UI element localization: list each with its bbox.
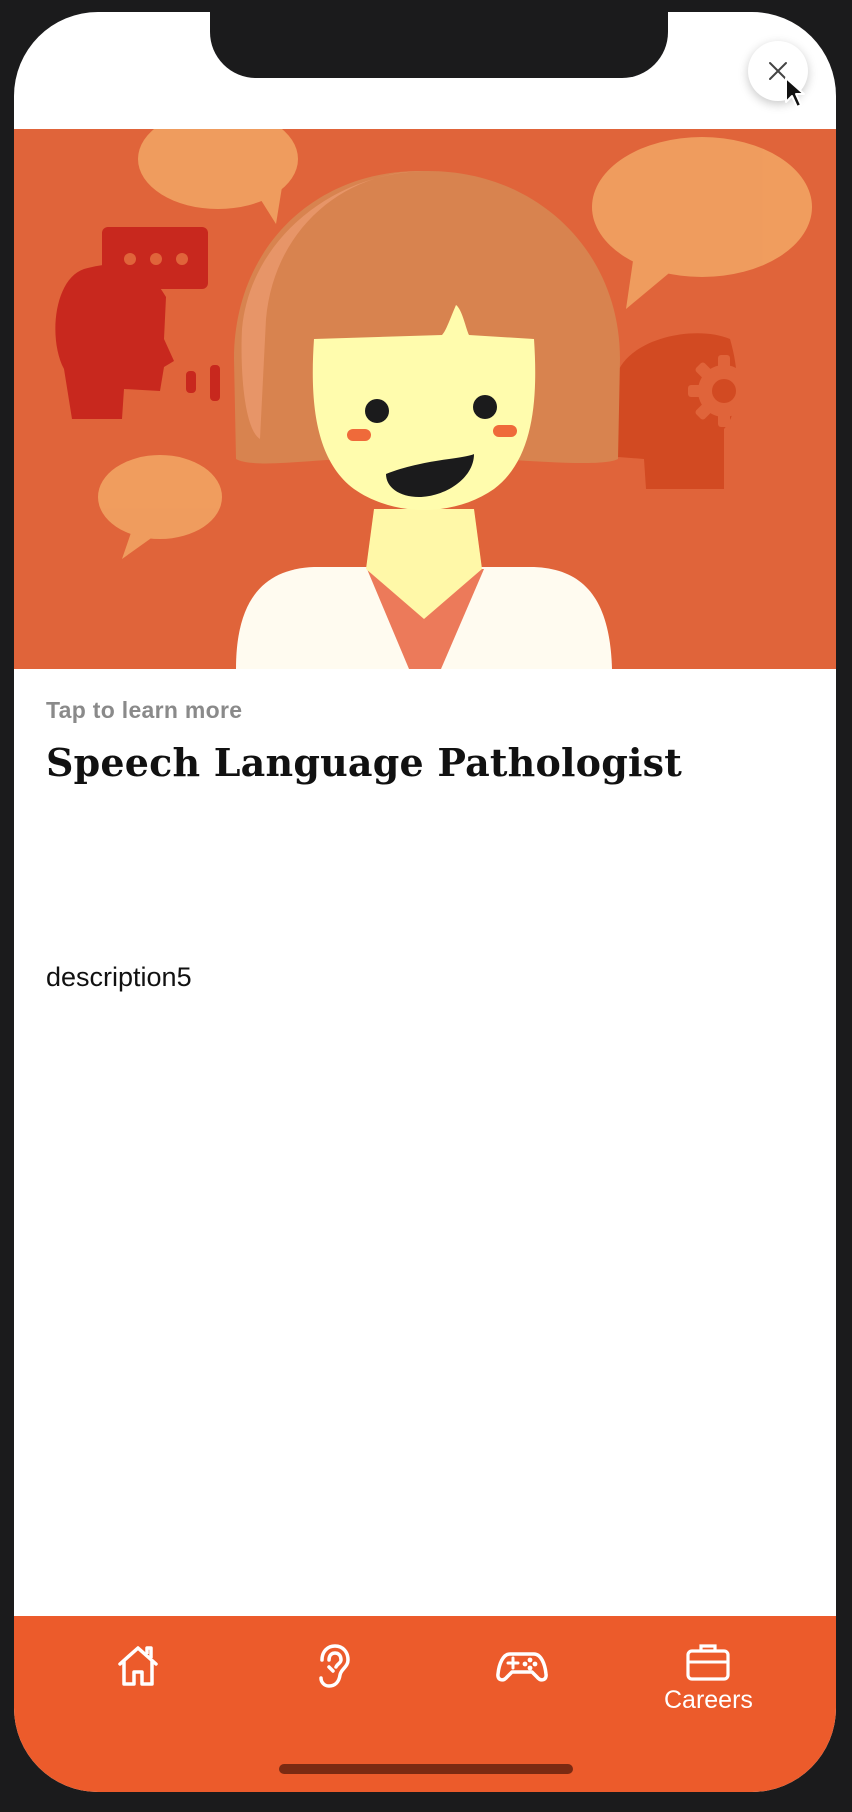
head-speaking-icon <box>55 227 220 419</box>
career-description: description5 <box>46 962 192 992</box>
tab-games[interactable] <box>496 1642 548 1690</box>
mouse-cursor-icon <box>785 77 805 108</box>
phone-screen: Tap to learn more Speech Language Pathol… <box>14 12 836 1792</box>
pathologist-figure <box>234 170 620 669</box>
tab-careers[interactable]: Careers <box>664 1642 753 1715</box>
tab-home[interactable] <box>114 1642 162 1690</box>
home-indicator <box>279 1764 573 1774</box>
hero-illustration <box>14 129 836 669</box>
tap-hint[interactable]: Tap to learn more <box>46 697 804 724</box>
speech-bubble-left <box>98 455 222 559</box>
career-detail: Tap to learn more Speech Language Pathol… <box>46 697 804 785</box>
briefcase-icon <box>686 1644 731 1681</box>
speech-bubble-top-left <box>138 129 298 224</box>
tab-hearing[interactable] <box>308 1642 356 1690</box>
device-notch <box>210 12 668 78</box>
ear-icon <box>319 1644 350 1688</box>
tab-label-careers: Careers <box>664 1686 753 1714</box>
gamepad-icon <box>496 1652 548 1682</box>
career-title: Speech Language Pathologist <box>46 740 682 785</box>
home-icon <box>118 1646 158 1686</box>
speech-pathologist-illustration <box>55 129 812 669</box>
speech-bubble-top-right <box>592 137 812 309</box>
